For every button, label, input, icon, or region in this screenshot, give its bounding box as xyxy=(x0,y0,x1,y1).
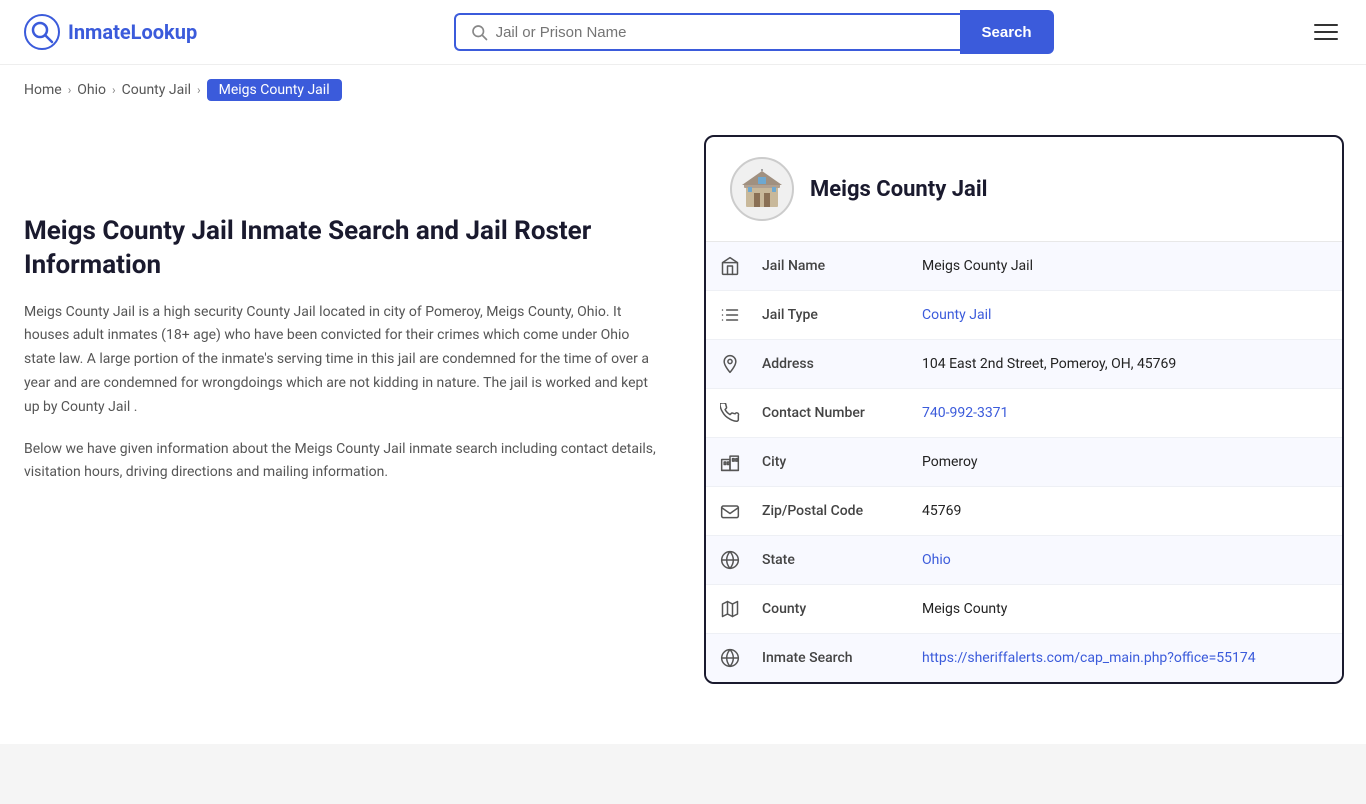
info-link-inmate-search[interactable]: https://sheriffalerts.com/cap_main.php?o… xyxy=(922,650,1256,666)
breadcrumb-current: Meigs County Jail xyxy=(207,79,342,101)
search-button[interactable]: Search xyxy=(960,10,1054,54)
footer xyxy=(0,744,1366,804)
info-row-address: Address104 East 2nd Street, Pomeroy, OH,… xyxy=(706,340,1342,389)
info-card: Meigs County Jail Jail NameMeigs County … xyxy=(704,135,1344,684)
menu-bar-2 xyxy=(1314,31,1338,33)
jail-thumbnail xyxy=(730,157,794,221)
city-icon xyxy=(706,438,754,486)
breadcrumb-county-jail[interactable]: County Jail xyxy=(122,82,191,98)
info-rows-container: Jail NameMeigs County JailJail Type Count… xyxy=(706,242,1342,682)
info-row-jail-name: Jail NameMeigs County Jail xyxy=(706,242,1342,291)
info-label-county: County xyxy=(754,587,914,631)
info-value-jail-type[interactable]: County Jail xyxy=(914,293,1342,337)
globe-icon xyxy=(706,536,754,584)
globe2-icon xyxy=(706,634,754,682)
info-value-address: 104 East 2nd Street, Pomeroy, OH, 45769 xyxy=(914,342,1342,386)
site-header: InmateLookup Search xyxy=(0,0,1366,65)
info-value-state[interactable]: Ohio xyxy=(914,538,1342,582)
location-icon xyxy=(706,340,754,388)
map-icon xyxy=(706,585,754,633)
search-icon xyxy=(470,23,488,41)
menu-bar-3 xyxy=(1314,38,1338,40)
info-label-city: City xyxy=(754,440,914,484)
chevron-icon-1: › xyxy=(68,83,72,97)
header-search-area: Search xyxy=(454,10,1054,54)
left-content: Meigs County Jail Inmate Search and Jail… xyxy=(24,135,664,684)
info-label-state: State xyxy=(754,538,914,582)
breadcrumb: Home › Ohio › County Jail › Meigs County… xyxy=(0,65,1366,115)
info-value-contact[interactable]: 740-992-3371 xyxy=(914,391,1342,435)
info-label-inmate-search: Inmate Search xyxy=(754,636,914,680)
card-header: Meigs County Jail xyxy=(706,137,1342,242)
menu-bar-1 xyxy=(1314,24,1338,26)
info-row-contact: Contact Number 740-992-3371 xyxy=(706,389,1342,438)
logo-text: InmateLookup xyxy=(68,20,197,44)
info-value-jail-name: Meigs County Jail xyxy=(914,244,1342,288)
logo-link[interactable]: InmateLookup xyxy=(24,14,197,50)
search-input-wrapper xyxy=(454,13,960,51)
page-description-2: Below we have given information about th… xyxy=(24,438,664,486)
info-row-zip: Zip/Postal Code45769 xyxy=(706,487,1342,536)
page-description-1: Meigs County Jail is a high security Cou… xyxy=(24,301,664,420)
info-label-address: Address xyxy=(754,342,914,386)
card-title: Meigs County Jail xyxy=(810,177,987,202)
info-row-state: State Ohio xyxy=(706,536,1342,585)
chevron-icon-3: › xyxy=(197,83,201,97)
info-value-county: Meigs County xyxy=(914,587,1342,631)
search-input[interactable] xyxy=(496,24,946,41)
logo-icon xyxy=(24,14,60,50)
info-link-jail-type[interactable]: County Jail xyxy=(922,307,991,323)
page-title: Meigs County Jail Inmate Search and Jail… xyxy=(24,215,664,283)
building-icon xyxy=(706,242,754,290)
info-row-city: CityPomeroy xyxy=(706,438,1342,487)
info-label-zip: Zip/Postal Code xyxy=(754,489,914,533)
breadcrumb-ohio[interactable]: Ohio xyxy=(77,82,106,98)
chevron-icon-2: › xyxy=(112,83,116,97)
info-row-county: CountyMeigs County xyxy=(706,585,1342,634)
info-label-contact: Contact Number xyxy=(754,391,914,435)
info-label-jail-type: Jail Type xyxy=(754,293,914,337)
info-label-jail-name: Jail Name xyxy=(754,244,914,288)
info-link-state[interactable]: Ohio xyxy=(922,552,951,568)
info-value-inmate-search[interactable]: https://sheriffalerts.com/cap_main.php?o… xyxy=(914,636,1342,680)
list-icon xyxy=(706,291,754,339)
breadcrumb-home[interactable]: Home xyxy=(24,82,62,98)
info-row-jail-type: Jail Type County Jail xyxy=(706,291,1342,340)
info-row-inmate-search: Inmate Search https://sheriffalerts.com/c… xyxy=(706,634,1342,682)
mail-icon xyxy=(706,487,754,535)
phone-icon xyxy=(706,389,754,437)
menu-button[interactable] xyxy=(1310,20,1342,44)
jail-image-icon xyxy=(740,167,784,211)
info-link-contact[interactable]: 740-992-3371 xyxy=(922,405,1008,421)
info-value-zip: 45769 xyxy=(914,489,1342,533)
main-content: Meigs County Jail Inmate Search and Jail… xyxy=(0,115,1366,724)
info-value-city: Pomeroy xyxy=(914,440,1342,484)
